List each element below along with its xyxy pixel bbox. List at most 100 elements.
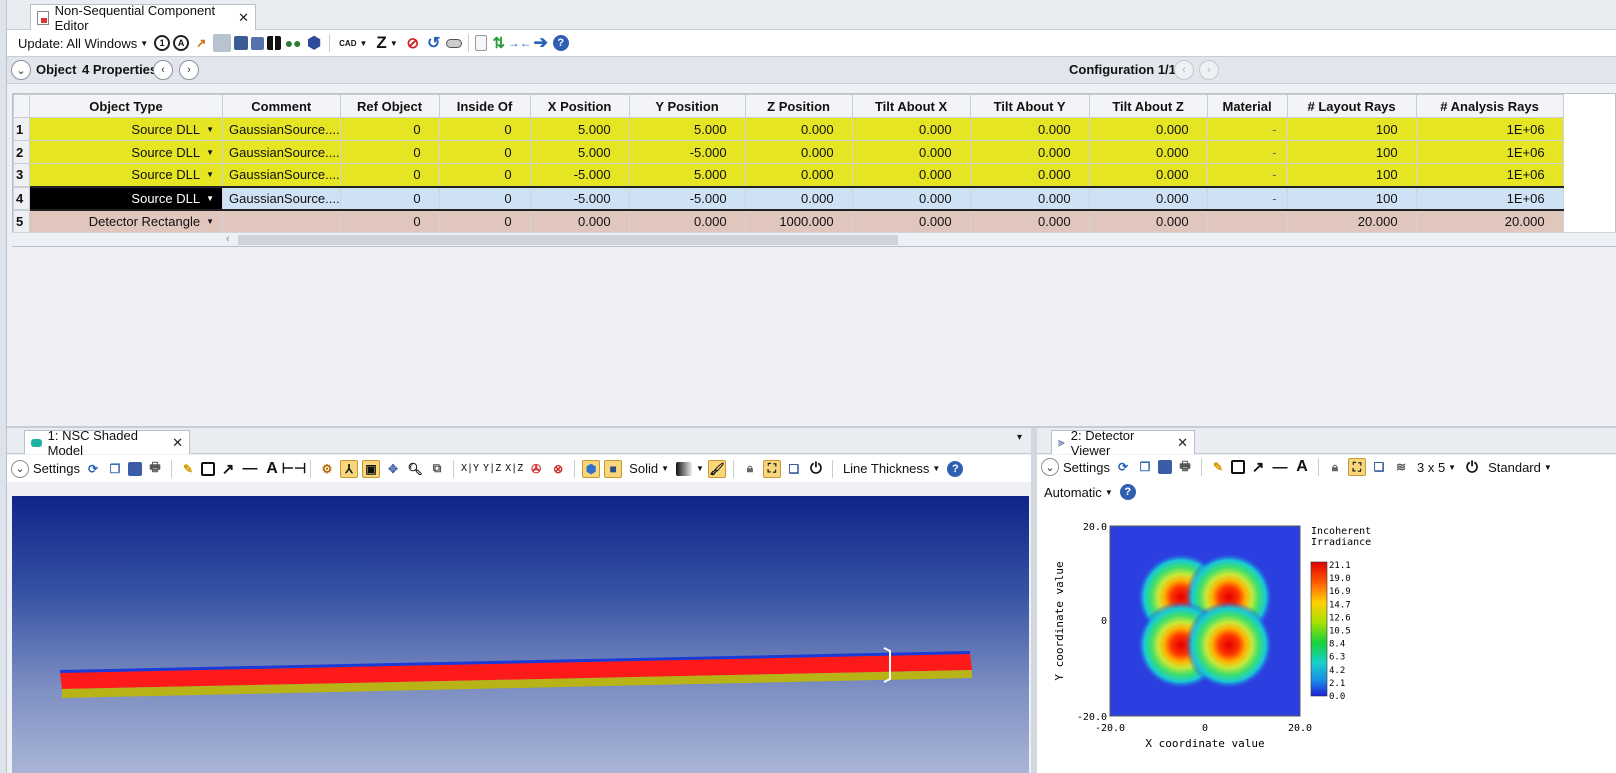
tilt-x-cell[interactable]: 0.000 [851, 185, 971, 211]
arrow-icon[interactable]: ↗ [1249, 458, 1267, 476]
fit-all-icon[interactable]: ⛶ [762, 459, 781, 478]
hexagon-icon[interactable]: ⬢ [305, 34, 323, 52]
fit-all-icon[interactable]: ⛶ [1347, 458, 1366, 476]
settings-expand-button[interactable]: ⌄ [11, 459, 29, 478]
column-header[interactable]: Tilt About X [851, 94, 971, 118]
z-position-cell[interactable]: 1000.000 [744, 209, 853, 233]
copy-icon[interactable]: ❐ [1136, 458, 1154, 476]
settings-label[interactable]: Settings [1063, 460, 1110, 475]
tilt-z-cell[interactable]: 0.000 [1088, 209, 1208, 233]
layout-rays-cell[interactable]: 100 [1286, 140, 1417, 164]
tilt-y-cell[interactable]: 0.000 [969, 140, 1090, 164]
line-icon[interactable]: — [1271, 458, 1289, 476]
analysis-rays-cell[interactable]: 1E+06 [1415, 117, 1564, 141]
tilt-x-cell[interactable]: 0.000 [851, 163, 971, 187]
tab-detector-viewer[interactable]: ⫸ 2: Detector Viewer ✕ [1051, 428, 1195, 458]
comment-cell[interactable] [222, 209, 341, 233]
column-header[interactable]: X Position [529, 94, 630, 118]
cad-dropdown[interactable]: CAD ▼ [336, 39, 370, 48]
table-row-selected[interactable]: 4 Source DLL ▼ GaussianSource.... 0 0 -5.… [13, 185, 1564, 211]
layout-rays-cell[interactable]: 20.000 [1286, 209, 1417, 233]
object-properties-icon[interactable] [213, 34, 232, 52]
tilt-x-cell[interactable]: 0.000 [851, 140, 971, 164]
tab-nsc-editor[interactable]: Non-Sequential Component Editor ✕ [30, 3, 256, 33]
object-type-cell[interactable]: Source DLL ▼ [29, 163, 223, 187]
update-all-icon[interactable]: A [173, 35, 190, 51]
z-position-cell[interactable]: 0.000 [744, 140, 853, 164]
tilt-y-cell[interactable]: 0.000 [969, 185, 1090, 211]
swap-arrows-icon[interactable]: ⇅ [490, 34, 508, 52]
close-icon[interactable]: ✕ [1177, 435, 1188, 451]
analysis-rays-cell[interactable]: 1E+06 [1415, 163, 1564, 187]
solid-object-icon[interactable] [251, 36, 265, 50]
material-cell[interactable]: - [1206, 140, 1288, 164]
layout-rays-cell[interactable]: 100 [1286, 185, 1417, 211]
close-icon[interactable]: ✕ [238, 10, 249, 26]
y-position-cell[interactable]: -5.000 [628, 140, 746, 164]
layout-rays-cell[interactable]: 100 [1286, 117, 1417, 141]
object-type-cell[interactable]: Source DLL ▼ [29, 140, 223, 164]
camera-icon[interactable]: ▣ [361, 459, 380, 478]
x-position-cell[interactable]: -5.000 [529, 185, 630, 211]
line-icon[interactable]: — [241, 460, 259, 478]
comment-cell[interactable]: GaussianSource.... [222, 163, 341, 187]
collapse-arrows-icon[interactable]: →← [508, 34, 532, 52]
document-icon[interactable] [474, 35, 487, 51]
ref-object-cell[interactable]: 0 [339, 185, 440, 211]
tilt-z-cell[interactable]: 0.000 [1088, 163, 1208, 187]
material-cell[interactable]: - [1206, 117, 1288, 141]
next-object-button[interactable]: › [179, 60, 199, 80]
zoom-icon[interactable]: 🔍︎ [406, 460, 424, 478]
table-row[interactable]: 5 Detector Rectangle ▼ 0 0 0.000 0.000 10… [13, 209, 1564, 233]
chevron-down-icon[interactable]: ▼ [206, 170, 214, 179]
column-header[interactable]: # Analysis Rays [1415, 94, 1564, 118]
xy-view-button[interactable]: X|Y [461, 463, 479, 474]
power-icon[interactable]: ⏻ [807, 460, 825, 478]
row-number[interactable]: 1 [13, 117, 30, 141]
table-row[interactable]: 3 Source DLL ▼ GaussianSource.... 0 0 -5.… [13, 163, 1564, 187]
row-number[interactable]: 4 [13, 185, 30, 211]
tilt-z-cell[interactable]: 0.000 [1088, 185, 1208, 211]
prev-config-button[interactable]: ‹ [1174, 60, 1194, 80]
material-cell[interactable]: - [1206, 185, 1288, 211]
row-number[interactable]: 2 [13, 140, 30, 164]
help-icon[interactable]: ? [552, 35, 569, 51]
inside-of-cell[interactable]: 0 [438, 185, 531, 211]
y-position-cell[interactable]: 5.000 [628, 163, 746, 187]
windows-icon[interactable]: ❏ [1370, 458, 1388, 476]
arrow-right-icon[interactable]: ➔ [532, 33, 550, 52]
y-position-cell[interactable]: 5.000 [628, 117, 746, 141]
x-position-cell[interactable]: -5.000 [529, 163, 630, 187]
pan-icon[interactable]: ✥ [384, 460, 402, 478]
inside-of-cell[interactable]: 0 [438, 140, 531, 164]
tilt-y-cell[interactable]: 0.000 [969, 163, 1090, 187]
column-header[interactable]: Comment [222, 94, 341, 118]
ref-object-cell[interactable]: 0 [339, 209, 440, 233]
standard-dropdown[interactable]: Standard ▼ [1485, 460, 1555, 475]
material-cell[interactable]: - [1206, 163, 1288, 187]
circles-icon[interactable]: ●● [284, 34, 302, 52]
ref-object-cell[interactable]: 0 [339, 117, 440, 141]
ray-trace-icon[interactable]: ↗ [192, 34, 210, 52]
axes-icon[interactable]: ⅄ [339, 459, 358, 478]
column-header[interactable]: Tilt About Y [969, 94, 1090, 118]
comment-cell[interactable]: GaussianSource.... [222, 185, 341, 211]
inside-of-cell[interactable]: 0 [438, 209, 531, 233]
column-header[interactable]: Y Position [628, 94, 746, 118]
pane-menu-icon[interactable]: ▾ [1017, 432, 1022, 443]
column-header[interactable]: Ref Object [339, 94, 440, 118]
line-thickness-dropdown[interactable]: Line Thickness ▼ [840, 461, 943, 476]
refresh-icon[interactable]: ⟳ [1114, 458, 1132, 476]
inside-of-cell[interactable]: 0 [438, 163, 531, 187]
y-position-cell[interactable]: 0.000 [628, 209, 746, 233]
column-header[interactable]: Object Type [29, 94, 223, 118]
save-icon[interactable] [127, 461, 142, 476]
tab-shaded-model[interactable]: 1: NSC Shaded Model ✕ [24, 428, 190, 458]
brush-icon[interactable]: 🖌︎ [707, 459, 726, 478]
fan-icon[interactable]: ✇ [527, 460, 545, 478]
inside-of-cell[interactable]: 0 [438, 117, 531, 141]
table-row[interactable]: 1 Source DLL ▼ GaussianSource.... 0 0 5.0… [13, 117, 1564, 141]
comment-cell[interactable]: GaussianSource.... [222, 117, 341, 141]
automatic-dropdown[interactable]: Automatic ▼ [1041, 485, 1116, 500]
lock-icon[interactable]: 🔒︎ [1326, 458, 1344, 476]
